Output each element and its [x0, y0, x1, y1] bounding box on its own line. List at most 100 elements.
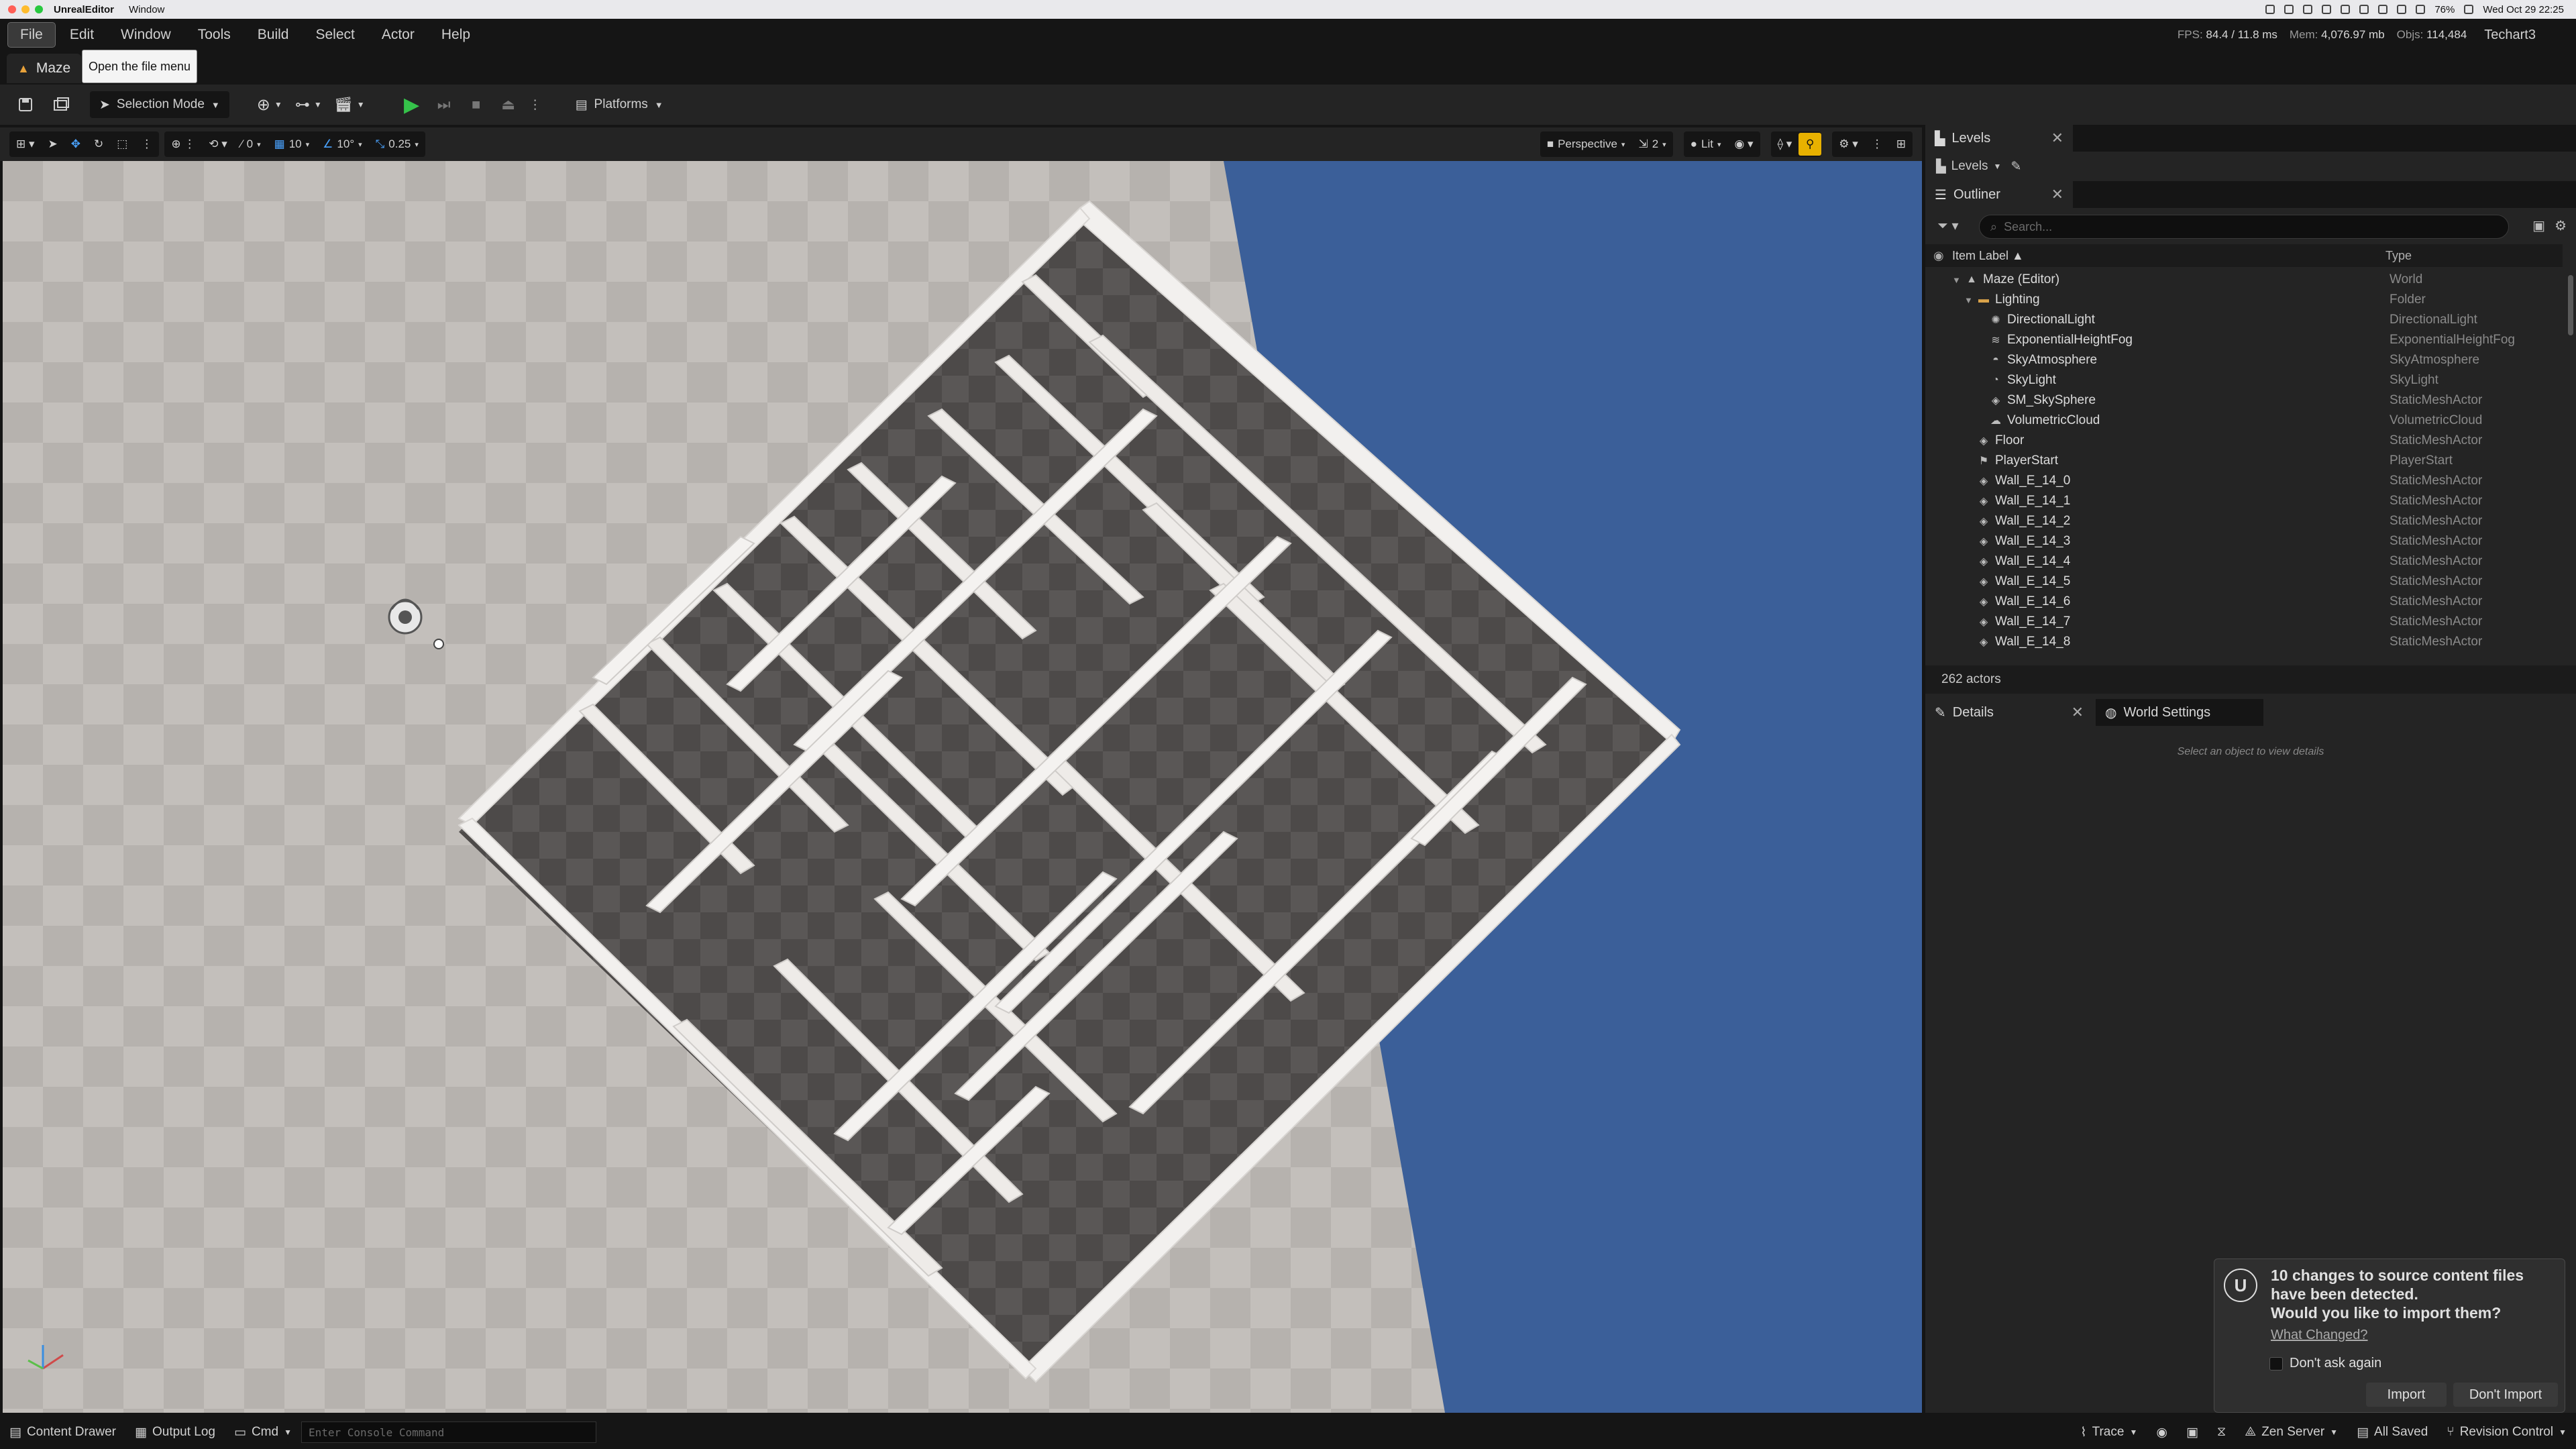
item-label-column[interactable]: Item Label ▲ [1952, 249, 2024, 263]
outliner-row[interactable]: ◈ Wall_E_14_4 StaticMeshActor [1925, 551, 2563, 572]
outliner-scrollbar[interactable] [2568, 275, 2573, 335]
scale-tool-icon[interactable]: ⬚ [110, 132, 134, 156]
outliner-row[interactable]: ◈ Wall_E_14_1 StaticMeshActor [1925, 491, 2563, 511]
what-changed-link[interactable]: What Changed? [2271, 1328, 2368, 1343]
dont-import-button[interactable]: Don't Import [2453, 1383, 2558, 1407]
mac-window-menu[interactable]: Window [129, 4, 164, 15]
outliner-row[interactable]: ◈ Wall_E_14_5 StaticMeshActor [1925, 572, 2563, 592]
menu-actor[interactable]: Actor [370, 23, 427, 47]
tray-icon[interactable] [2284, 5, 2294, 14]
menu-tools[interactable]: Tools [186, 23, 243, 47]
outliner-row[interactable]: ☁ VolumetricCloud VolumetricCloud [1925, 411, 2563, 431]
tray-icon[interactable] [2359, 5, 2369, 14]
surface-snap-icon[interactable]: ⟲ ▾ [202, 132, 234, 156]
pencil-icon[interactable]: ✎ [2010, 159, 2021, 174]
browse-content-icon[interactable] [48, 91, 75, 118]
rotation-snap[interactable]: ∠ 10° ▾ [316, 132, 369, 156]
revision-control-dropdown[interactable]: ⑂ Revision Control ▼ [2437, 1419, 2576, 1446]
outliner-row[interactable]: ◈ Wall_E_14_8 StaticMeshActor [1925, 632, 2563, 652]
outliner-row[interactable]: ▼ ▬ Lighting Folder [1925, 290, 2563, 310]
screenshot-icon[interactable]: ▣ [2177, 1419, 2208, 1446]
outliner-row[interactable]: ◔ SkyLight SkyLight [1925, 370, 2563, 390]
console-command-input[interactable]: Enter Console Command [301, 1421, 596, 1443]
zen-server-dropdown[interactable]: ⟁ Zen Server ▼ [2235, 1419, 2347, 1446]
outliner-row[interactable]: ≋ ExponentialHeightFog ExponentialHeightFo… [1925, 330, 2563, 350]
menu-file[interactable]: File [7, 22, 56, 48]
filter-icon[interactable]: ⏷ ▾ [1937, 217, 1959, 234]
menu-select[interactable]: Select [303, 23, 366, 47]
levels-dropdown[interactable]: ▙ Levels ▼ [1936, 159, 2001, 174]
play-button[interactable]: ▶ [398, 91, 425, 118]
close-icon[interactable]: ✕ [2051, 129, 2063, 147]
outliner-row[interactable]: ◈ Wall_E_14_2 StaticMeshActor [1925, 511, 2563, 531]
rotate-tool-icon[interactable]: ↻ [87, 132, 110, 156]
outliner-row[interactable]: ◈ Wall_E_14_0 StaticMeshActor [1925, 471, 2563, 491]
cinematics-icon[interactable]: 🎬︎ ▼ [334, 91, 365, 118]
close-window-button[interactable] [8, 5, 16, 13]
menu-edit[interactable]: Edit [58, 23, 106, 47]
menu-help[interactable]: Help [429, 23, 482, 47]
tab-world-settings[interactable]: ◍ World Settings [2096, 699, 2263, 726]
add-folder-icon[interactable]: ▣ [2532, 217, 2545, 234]
tray-icon[interactable] [2322, 5, 2332, 14]
tab-details[interactable]: ✎ Details ✕ [1925, 699, 2093, 726]
tray-icon[interactable] [2341, 5, 2351, 14]
tab-outliner[interactable]: ☰ Outliner ✕ [1925, 181, 2073, 208]
cmd-dropdown[interactable]: ▭ Cmd ▼ [225, 1419, 301, 1446]
maze-scene[interactable] [3, 161, 1922, 1413]
outliner-row[interactable]: ◈ Wall_E_14_7 StaticMeshActor [1925, 612, 2563, 632]
settings-gear-icon[interactable]: ⚙ ▾ [1832, 132, 1865, 156]
platforms-dropdown[interactable]: ▤ Platforms ▼ [576, 91, 663, 118]
settings-gear-icon[interactable]: ⚙ [2555, 217, 2567, 234]
minimize-window-button[interactable] [21, 5, 30, 13]
perspective-dropdown[interactable]: ■ Perspective ▾ [1540, 132, 1632, 156]
viewport-options-icon[interactable]: ⋮ [1865, 132, 1890, 156]
tray-icon[interactable] [2397, 5, 2407, 14]
play-options-icon[interactable]: ⋮ [522, 91, 549, 118]
select-tool-icon[interactable]: ➤ [42, 132, 64, 156]
show-flags-icon[interactable]: ◉ ▾ [1727, 132, 1760, 156]
all-saved-button[interactable]: ▤ All Saved [2347, 1419, 2437, 1446]
outliner-row[interactable]: ◈ SM_SkySphere StaticMeshActor [1925, 390, 2563, 411]
blueprint-icon[interactable]: ⊶ ▼ [295, 91, 322, 118]
window-controls[interactable] [8, 5, 43, 13]
gizmo-menu-icon[interactable]: ⊞ ▾ [9, 132, 42, 156]
grid-snap[interactable]: ▦ 10 ▾ [268, 132, 317, 156]
add-actor-icon[interactable]: ⊕ ▼ [256, 91, 283, 118]
translate-snap[interactable]: ⁄ 0 ▾ [234, 132, 268, 156]
outliner-search-input[interactable]: ⌕ Search... [1979, 215, 2509, 239]
tab-levels[interactable]: ▙ Levels ✕ [1925, 125, 2073, 152]
outliner-row[interactable]: ✺ DirectionalLight DirectionalLight [1925, 310, 2563, 330]
eject-icon[interactable]: ⏏ [495, 91, 522, 118]
more-tools-icon[interactable]: ⋮ [134, 132, 159, 156]
mac-app-name[interactable]: UnrealEditor [54, 4, 114, 15]
stop-icon[interactable]: ■ [463, 91, 490, 118]
wifi-icon[interactable] [2416, 5, 2426, 14]
tree-caret-icon[interactable]: ▼ [1952, 275, 1961, 285]
translate-tool-icon[interactable]: ✥ [64, 132, 87, 156]
close-icon[interactable]: ✕ [2072, 704, 2084, 721]
mac-clock[interactable]: Wed Oct 29 22:25 [2483, 4, 2564, 15]
menu-window[interactable]: Window [109, 23, 183, 47]
tray-icon[interactable] [2378, 5, 2388, 14]
step-forward-icon[interactable]: ⏭ [431, 91, 458, 118]
outliner-row[interactable]: ◓ SkyAtmosphere SkyAtmosphere [1925, 350, 2563, 370]
outliner-row[interactable]: ◈ Floor StaticMeshActor [1925, 431, 2563, 451]
lit-dropdown[interactable]: ● Lit ▾ [1684, 132, 1728, 156]
battery-percent[interactable]: 76% [2434, 4, 2455, 15]
selection-mode-dropdown[interactable]: ➤ Selection Mode ▼ [90, 91, 229, 118]
content-drawer-button[interactable]: ▤ Content Drawer [0, 1419, 125, 1446]
tree-caret-icon[interactable]: ▼ [1964, 295, 1973, 305]
checkbox-box[interactable] [2269, 1356, 2283, 1371]
outliner-row[interactable]: ⚑ PlayerStart PlayerStart [1925, 451, 2563, 471]
type-column[interactable]: Type [2385, 249, 2412, 263]
zoom-window-button[interactable] [35, 5, 43, 13]
outliner-row[interactable]: ◈ Wall_E_14_6 StaticMeshActor [1925, 592, 2563, 612]
camera-speed-dropdown[interactable]: ⇲ 2 ▾ [1631, 132, 1672, 156]
visibility-eye-icon[interactable]: ◉ [1933, 249, 1944, 263]
output-log-button[interactable]: ▦ Output Log [125, 1419, 225, 1446]
menu-build[interactable]: Build [246, 23, 301, 47]
outliner-row[interactable]: ▼ ▲ Maze (Editor) World [1925, 270, 2563, 290]
record-icon[interactable]: ◉ [2147, 1419, 2177, 1446]
dont-ask-again-checkbox[interactable]: Don't ask again [2269, 1356, 2381, 1371]
